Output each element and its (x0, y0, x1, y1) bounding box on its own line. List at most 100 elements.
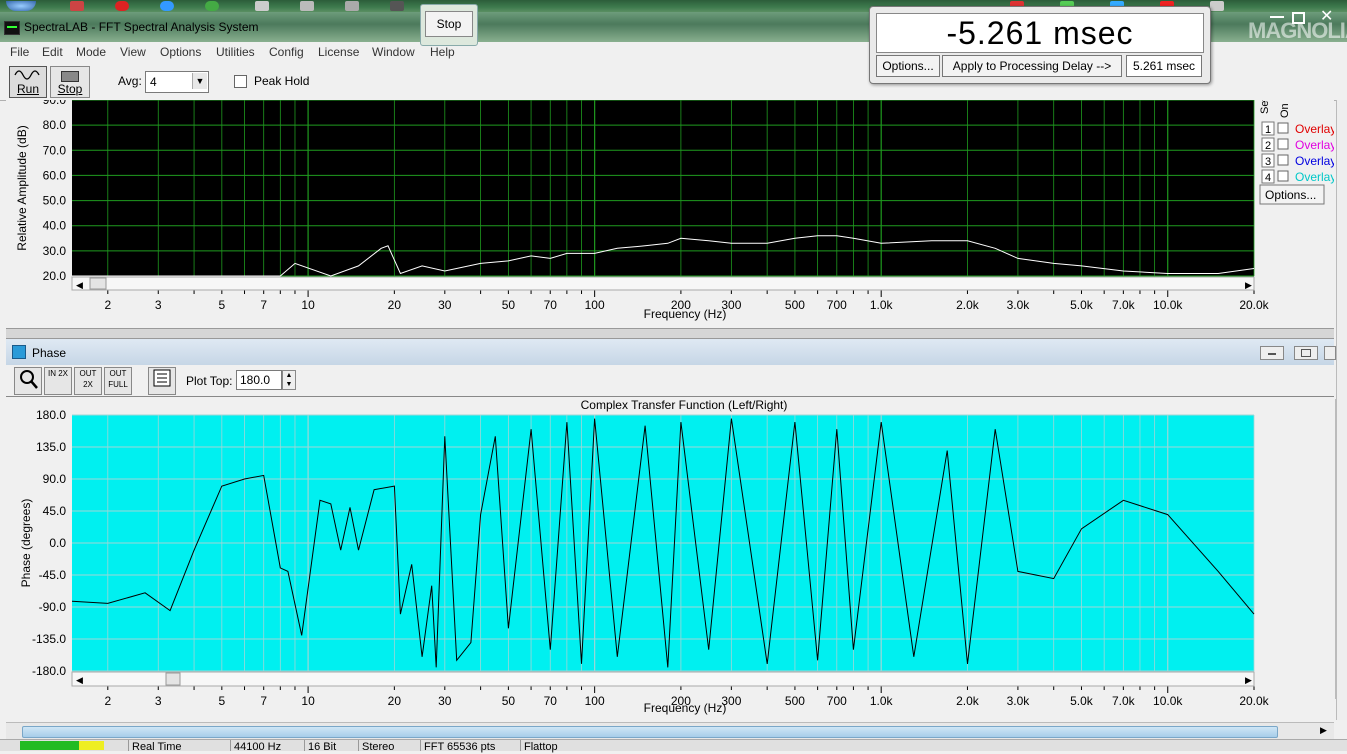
scroll-left-icon[interactable]: ◀ (76, 675, 83, 685)
delay-popup: -5.261 msec Options... Apply to Processi… (869, 6, 1211, 84)
minimize-button[interactable] (1270, 14, 1284, 18)
overlay-label[interactable]: Overlay (1295, 122, 1336, 136)
phase-scroll-thumb[interactable] (165, 672, 181, 686)
main-vscroll[interactable] (1336, 100, 1347, 720)
x-tick-label: 5.0k (1070, 694, 1094, 708)
spectrum-hscroll[interactable] (71, 276, 1255, 291)
scroll-right-icon[interactable]: ▶ (1245, 675, 1252, 685)
menu-window[interactable]: Window (372, 45, 415, 59)
phase-x-axis-label: Frequency (Hz) (644, 701, 727, 715)
taskbar-app-icon[interactable] (70, 1, 84, 11)
maximize-button[interactable] (1292, 12, 1305, 24)
y-tick-label: 0.0 (49, 536, 66, 550)
menu-config[interactable]: Config (269, 45, 304, 59)
zoom-out-2x-button[interactable]: OUT 2X (74, 367, 102, 395)
peak-hold-checkbox[interactable] (234, 75, 247, 88)
phase-chart-title: Complex Transfer Function (Left/Right) (581, 398, 788, 412)
taskbar-app-icon[interactable] (205, 1, 219, 11)
x-tick-label: 500 (785, 694, 805, 708)
plot-top-input[interactable]: 180.0 (236, 370, 282, 390)
x-tick-label: 3.0k (1007, 298, 1031, 312)
avg-value: 4 (150, 75, 157, 89)
main-hscroll-thumb[interactable] (22, 726, 1278, 738)
taskbar-app-icon[interactable] (300, 1, 314, 11)
x-tick-label: 20 (388, 298, 402, 312)
y-tick-label: 135.0 (36, 440, 66, 454)
status-channels: Stereo (358, 740, 422, 753)
x-tick-label: 10 (301, 694, 315, 708)
overlay-on-checkbox[interactable] (1277, 138, 1289, 150)
scroll-right-icon[interactable]: ▶ (1245, 280, 1252, 290)
x-tick-label: 700 (827, 694, 847, 708)
phase-panel-header: Phase (6, 339, 1336, 365)
taskbar-app-icon[interactable] (115, 1, 129, 11)
stop-label: Stop (57, 82, 83, 96)
y-tick-label: 30.0 (43, 244, 67, 258)
menu-utilities[interactable]: Utilities (216, 45, 255, 59)
avg-select[interactable]: 4 ▼ (145, 71, 209, 93)
zoom-button[interactable] (14, 367, 42, 395)
y-tick-label: 45.0 (43, 504, 67, 518)
delay-options-button[interactable]: Options... (876, 55, 940, 77)
overlay-label[interactable]: Overlay (1295, 154, 1336, 168)
menu-license[interactable]: License (318, 45, 359, 59)
overlay-label[interactable]: Overlay (1295, 170, 1336, 184)
x-tick-label: 2 (104, 298, 111, 312)
popup-stop-button[interactable]: Stop (425, 11, 473, 37)
y-tick-label: -90.0 (39, 600, 67, 614)
phase-minimize-button[interactable] (1260, 346, 1284, 360)
main-hscroll[interactable]: ▶ (6, 722, 1334, 739)
taskbar-app-icon[interactable] (255, 1, 269, 11)
taskbar-app-icon[interactable] (390, 1, 404, 11)
phase-hscroll[interactable] (71, 671, 1255, 687)
window-title: SpectraLAB - FFT Spectral Analysis Syste… (24, 20, 259, 34)
close-icon[interactable]: ✕ (1320, 6, 1333, 26)
x-tick-label: 500 (785, 298, 805, 312)
run-button[interactable]: Run (9, 66, 47, 98)
stop-button[interactable]: Stop (50, 66, 90, 98)
apply-processing-delay-button[interactable]: Apply to Processing Delay --> (942, 55, 1122, 77)
peak-hold-label: Peak Hold (254, 74, 310, 88)
x-tick-label: 50 (502, 298, 516, 312)
menu-mode[interactable]: Mode (76, 45, 106, 59)
phase-panel: Phase IN 2X OUT 2X OUT FULL Plot Top: 18… (6, 338, 1336, 723)
overlay-header-on: On (1279, 103, 1291, 118)
spectrum-chart: 90.0 80.0 70.0 60.0 50.0 40.0 30.0 20.0 2 3 5 7 10 2… (15, 93, 1336, 321)
overlay-number: 4 (1265, 172, 1271, 184)
phase-restore-button[interactable] (1294, 346, 1318, 360)
delay-value-field[interactable]: 5.261 msec (1126, 55, 1202, 77)
start-orb-icon[interactable] (6, 1, 36, 11)
chevron-down-icon[interactable]: ▼ (192, 73, 207, 89)
menu-view[interactable]: View (120, 45, 146, 59)
zoom-in-2x-button[interactable]: IN 2X (44, 367, 72, 395)
plot-top-spinner[interactable]: ▲ ▼ (282, 370, 296, 390)
x-tick-label: 20.0k (1239, 694, 1269, 708)
tray-icon[interactable] (1210, 1, 1224, 11)
overlay-on-checkbox[interactable] (1277, 122, 1289, 134)
scroll-left-icon[interactable]: ◀ (76, 280, 83, 290)
phase-y-axis-label: Phase (degrees) (19, 499, 33, 588)
y-tick-label: -45.0 (39, 568, 67, 582)
y-tick-label: 180.0 (36, 408, 66, 422)
phase-panel-title: Phase (32, 346, 67, 360)
phase-close-button[interactable] (1324, 346, 1336, 360)
y-tick-label: 80.0 (43, 118, 67, 132)
sine-wave-icon (14, 70, 40, 80)
status-bar: Real Time 44100 Hz 16 Bit Stereo FFT 655… (0, 739, 1347, 753)
x-tick-label: 3.0k (1007, 694, 1031, 708)
menu-file[interactable]: File (10, 45, 29, 59)
menu-help[interactable]: Help (430, 45, 455, 59)
plot-settings-button[interactable] (148, 367, 176, 395)
taskbar-app-icon[interactable] (160, 1, 174, 11)
scroll-right-icon[interactable]: ▶ (1320, 725, 1327, 736)
overlay-on-checkbox[interactable] (1277, 154, 1289, 166)
overlay-on-checkbox[interactable] (1277, 170, 1289, 182)
menu-options[interactable]: Options (160, 45, 201, 59)
status-fft-size: FFT 65536 pts (420, 740, 520, 753)
list-settings-icon (153, 369, 171, 387)
taskbar-app-icon[interactable] (345, 1, 359, 11)
zoom-out-full-button[interactable]: OUT FULL (104, 367, 132, 395)
overlay-label[interactable]: Overlay (1295, 138, 1336, 152)
menu-edit[interactable]: Edit (42, 45, 63, 59)
spectrum-scroll-thumb[interactable] (89, 277, 107, 290)
